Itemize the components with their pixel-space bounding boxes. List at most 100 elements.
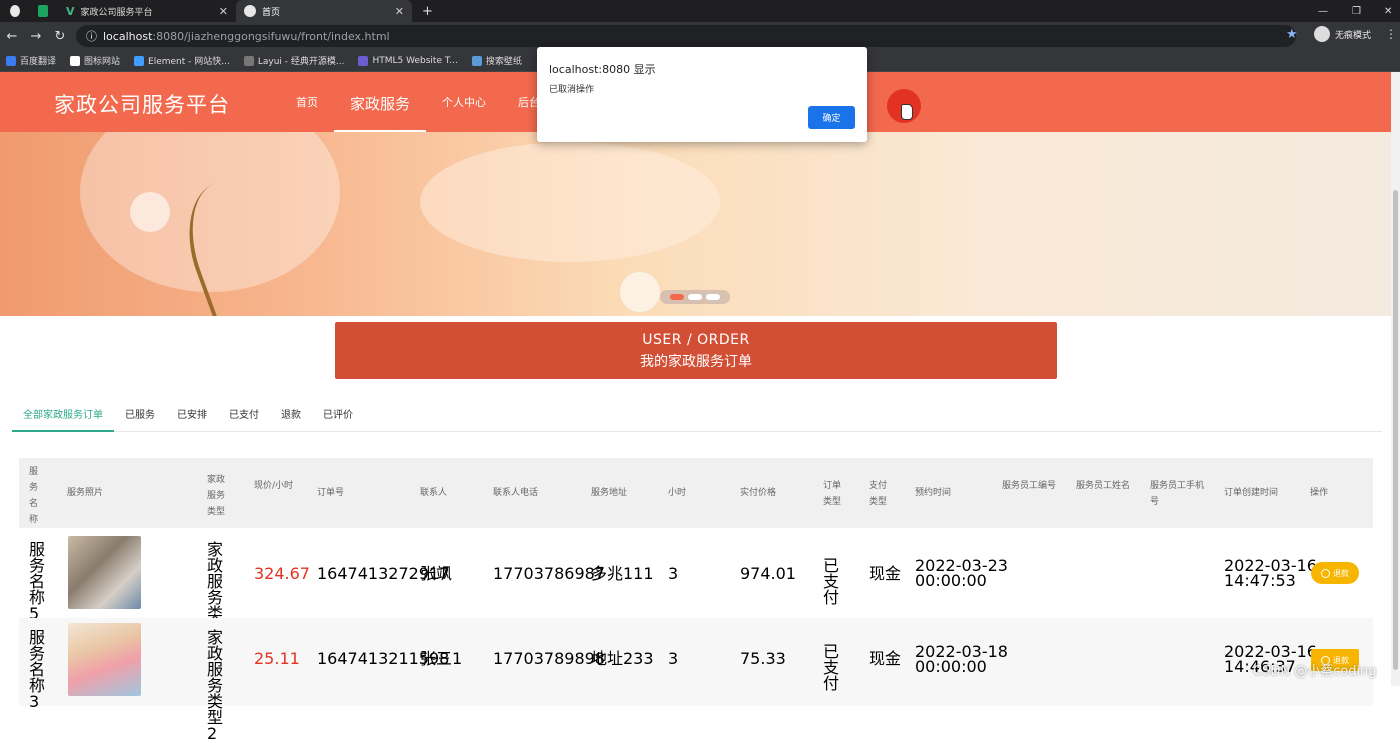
wallpaper-icon (471, 55, 482, 66)
globe-icon (10, 5, 20, 17)
carousel-dot[interactable] (670, 294, 684, 300)
dialog-message: 已取消操作 (549, 85, 595, 95)
incognito-indicator[interactable]: 无痕模式 (1314, 26, 1371, 42)
browser-tab-strip: V 家政公司服务平台 ✕ 首页 ✕ + — ❐ ✕ (0, 0, 1400, 22)
bookmark-item[interactable]: 百度翻译 (6, 54, 56, 67)
created-time: 14:47:53 (1224, 571, 1296, 590)
scrollbar-thumb[interactable] (1393, 190, 1398, 670)
column-header: 支付类型 (869, 481, 888, 507)
bookmark-icon (70, 55, 81, 66)
carousel-dot[interactable] (706, 294, 720, 300)
booking-time: 00:00:00 (915, 571, 987, 590)
bookmark-item[interactable]: HTML5 Website T... (358, 55, 458, 66)
banner-carousel[interactable] (0, 132, 1400, 316)
sheet-icon (38, 5, 48, 17)
column-header: 家政服务类型 (207, 475, 226, 517)
hourly-price: 25.11 (254, 649, 300, 668)
tab-paid[interactable]: 已支付 (218, 404, 270, 432)
column-header: 服务员工姓名 (1076, 481, 1131, 491)
table-row: 服务名称5 家政服务类型1 324.67 1647413272917 张飒 17… (19, 530, 1373, 654)
tab-all-orders[interactable]: 全部家政服务订单 (12, 404, 114, 432)
table-row: 服务名称3 家政服务类型2 25.11 1647413211598 张三1 17… (19, 618, 1373, 742)
service-name: 服务名称5 (29, 540, 46, 623)
service-photo (68, 536, 141, 609)
refund-button[interactable]: 退款 (1311, 562, 1359, 584)
booking-time: 00:00:00 (915, 657, 987, 676)
incognito-label: 无痕模式 (1335, 30, 1372, 41)
url-input[interactable]: ⓘ localhost:8080/jiazhenggongsifuwu/fron… (76, 25, 1296, 47)
nav-profile[interactable]: 个人中心 (426, 72, 502, 132)
column-header: 服务员工编号 (1002, 481, 1057, 491)
column-header: 服务照片 (67, 488, 104, 498)
menu-icon[interactable]: ⋮ (1385, 27, 1397, 41)
hand-cursor-icon (901, 104, 913, 120)
hours: 3 (668, 649, 679, 668)
tab-arranged[interactable]: 已安排 (166, 404, 218, 432)
order-type: 已支付 (823, 642, 840, 693)
bookmark-item[interactable]: 图标网站 (70, 54, 120, 67)
column-header: 现价/小时 (254, 481, 294, 491)
forward-icon[interactable]: → (24, 29, 48, 44)
address-bar-row: ← → ↻ ⓘ localhost:8080/jiazhenggongsifuw… (0, 22, 1400, 50)
dialog-ok-button[interactable]: 确定 (808, 106, 855, 129)
paid-amount: 75.33 (740, 649, 786, 668)
tab-title: 首页 (262, 7, 281, 18)
column-header: 操作 (1310, 488, 1329, 498)
column-header: 服务地址 (591, 488, 628, 498)
column-header: 订单类型 (823, 481, 842, 507)
column-header: 订单号 (317, 488, 345, 498)
contact-name: 张三1 (420, 649, 463, 668)
service-address: 多兆111 (591, 564, 654, 583)
bookmark-item[interactable]: 搜索壁纸 (471, 54, 522, 67)
contact-phone: 17703789898 (493, 649, 605, 668)
browser-tab-home[interactable]: 首页 ✕ (236, 0, 412, 22)
reload-icon[interactable]: ↻ (48, 29, 72, 44)
back-icon[interactable]: ← (0, 29, 24, 44)
url-path: :8080/jiazhenggongsifuwu/front/index.htm… (152, 29, 390, 43)
section-title-bar: USER / ORDER 我的家政服务订单 (335, 322, 1057, 379)
column-header: 订单创建时间 (1224, 488, 1279, 498)
pay-type: 现金 (869, 564, 902, 583)
watermark: CSDN @小蔡coding (1253, 664, 1377, 679)
tab-refund[interactable]: 退款 (270, 404, 312, 432)
main-nav: 首页 家政服务 个人中心 后台 (280, 72, 556, 132)
carousel-dot[interactable] (688, 294, 702, 300)
bookmark-item[interactable]: Element - 网站快... (134, 54, 230, 67)
tab-title: 家政公司服务平台 (80, 7, 153, 18)
contact-name: 张飒 (420, 564, 453, 583)
column-header: 预约时间 (915, 488, 952, 498)
section-title-zh: 我的家政服务订单 (640, 354, 752, 370)
layui-icon (243, 55, 254, 66)
bookmark-item[interactable]: Layui - 经典开源模... (243, 54, 344, 67)
feather-decoration (420, 142, 720, 262)
maximize-button[interactable]: ❐ (1352, 0, 1361, 22)
url-host: localhost (103, 29, 153, 43)
site-logo[interactable]: 家政公司服务平台 (54, 89, 230, 119)
carousel-indicators (660, 290, 730, 304)
section-title-en: USER / ORDER (642, 332, 750, 348)
service-name: 服务名称3 (29, 628, 46, 711)
hours: 3 (668, 564, 679, 583)
window-close-button[interactable]: ✕ (1384, 0, 1392, 22)
dialog-title: localhost:8080 显示 (549, 63, 656, 76)
new-tab-button[interactable]: + (414, 0, 436, 22)
close-icon[interactable]: ✕ (219, 5, 228, 18)
service-type: 家政服务类型2 (207, 628, 224, 743)
nav-home[interactable]: 首页 (280, 72, 334, 132)
service-address: 地址233 (591, 649, 654, 668)
minimize-button[interactable]: — (1318, 0, 1328, 22)
nav-services[interactable]: 家政服务 (334, 76, 427, 132)
tab-serviced[interactable]: 已服务 (114, 404, 166, 432)
alert-dialog: localhost:8080 显示 已取消操作 确定 (537, 47, 867, 142)
close-icon[interactable]: ✕ (395, 5, 404, 18)
bookmark-icon (6, 55, 16, 66)
tab-reviewed[interactable]: 已评价 (312, 404, 364, 432)
browser-tab-pinned-2[interactable] (30, 0, 56, 22)
bookmark-star-icon[interactable]: ★ (1286, 27, 1298, 42)
column-header: 实付价格 (740, 488, 777, 498)
vue-icon: V (66, 4, 75, 18)
browser-tab-platform[interactable]: V 家政公司服务平台 ✕ (58, 0, 236, 22)
order-filter-tabs: 全部家政服务订单 已服务 已安排 已支付 退款 已评价 (12, 404, 1382, 432)
browser-tab-pinned-1[interactable] (2, 0, 28, 22)
contact-phone: 17703786987 (493, 564, 605, 583)
